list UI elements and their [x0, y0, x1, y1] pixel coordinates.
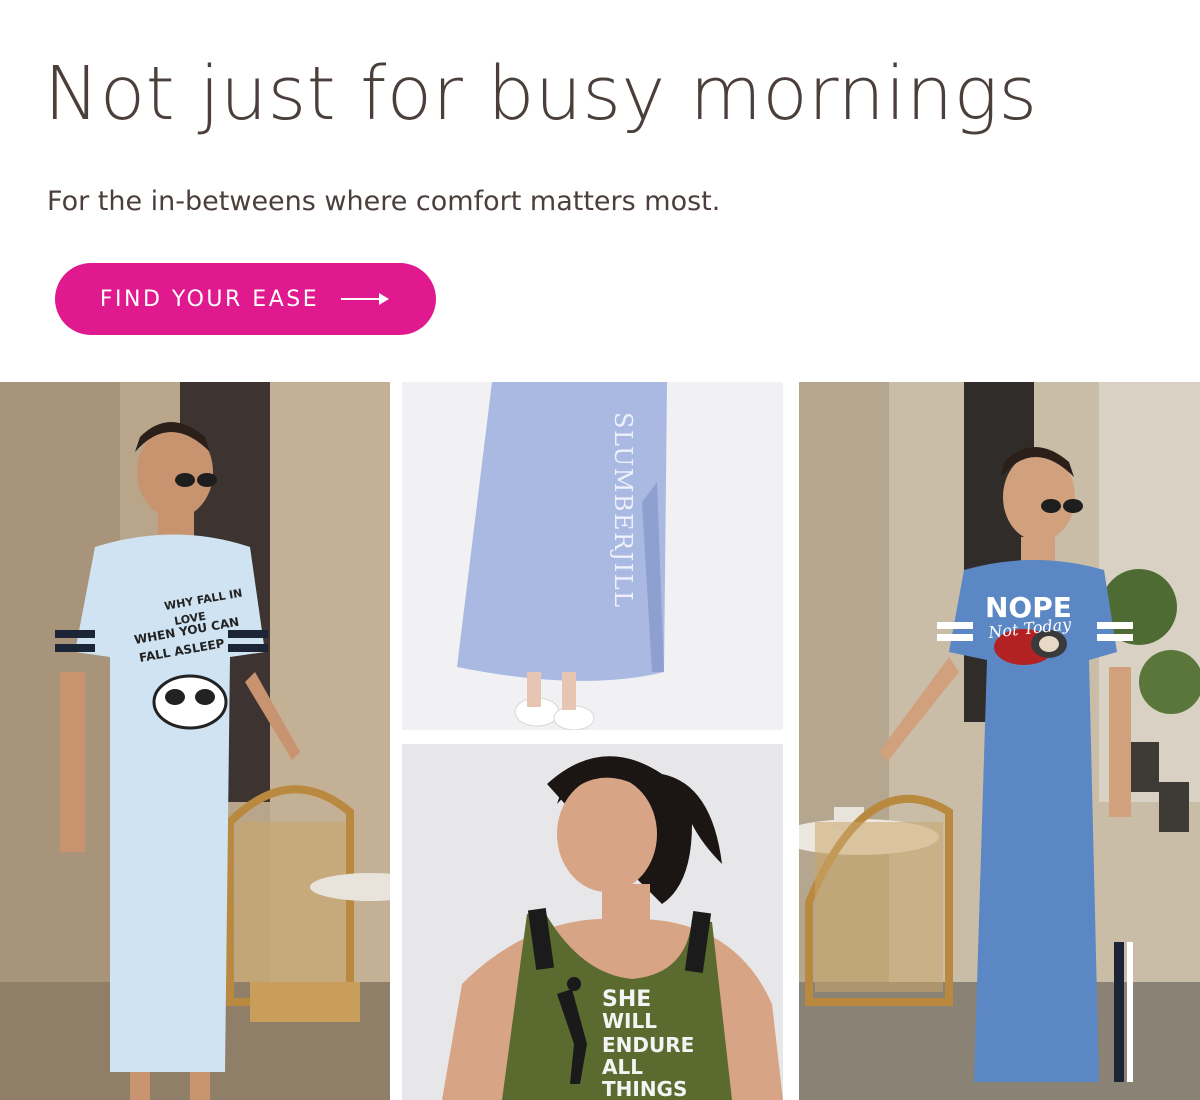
blue-dress-photo: NOPE Not Today [799, 382, 1200, 1100]
find-your-ease-button[interactable]: FIND YOUR EASE [55, 263, 436, 335]
olive-tank-photo: SHE WILL ENDURE ALL THINGS [402, 744, 783, 1100]
gallery-image-mid-bottom[interactable]: SHE WILL ENDURE ALL THINGS [402, 744, 783, 1100]
light-blue-dress-photo: WHY FALL IN LOVE WHEN YOU CAN FALL ASLEE… [0, 382, 390, 1100]
gallery-image-right[interactable]: NOPE Not Today [799, 382, 1200, 1100]
hero-subtitle: For the in-betweens where comfort matter… [47, 186, 721, 217]
gallery-image-left[interactable]: WHY FALL IN LOVE WHEN YOU CAN FALL ASLEE… [0, 382, 390, 1100]
brand-text: SLUMBERJILL [609, 412, 637, 609]
arrow-right-icon [341, 289, 391, 309]
print-line-all: ALL [602, 1055, 643, 1079]
print-line-things: THINGS [602, 1077, 687, 1100]
print-line-endure: ENDURE [602, 1033, 694, 1057]
cta-label: FIND YOUR EASE [99, 286, 320, 312]
print-line-will: WILL [602, 1009, 657, 1033]
lavender-skirt-photo: SLUMBERJILL [402, 382, 783, 730]
hero-title: Not just for busy mornings [44, 51, 1038, 137]
gallery-image-mid-top[interactable]: SLUMBERJILL [402, 382, 783, 730]
